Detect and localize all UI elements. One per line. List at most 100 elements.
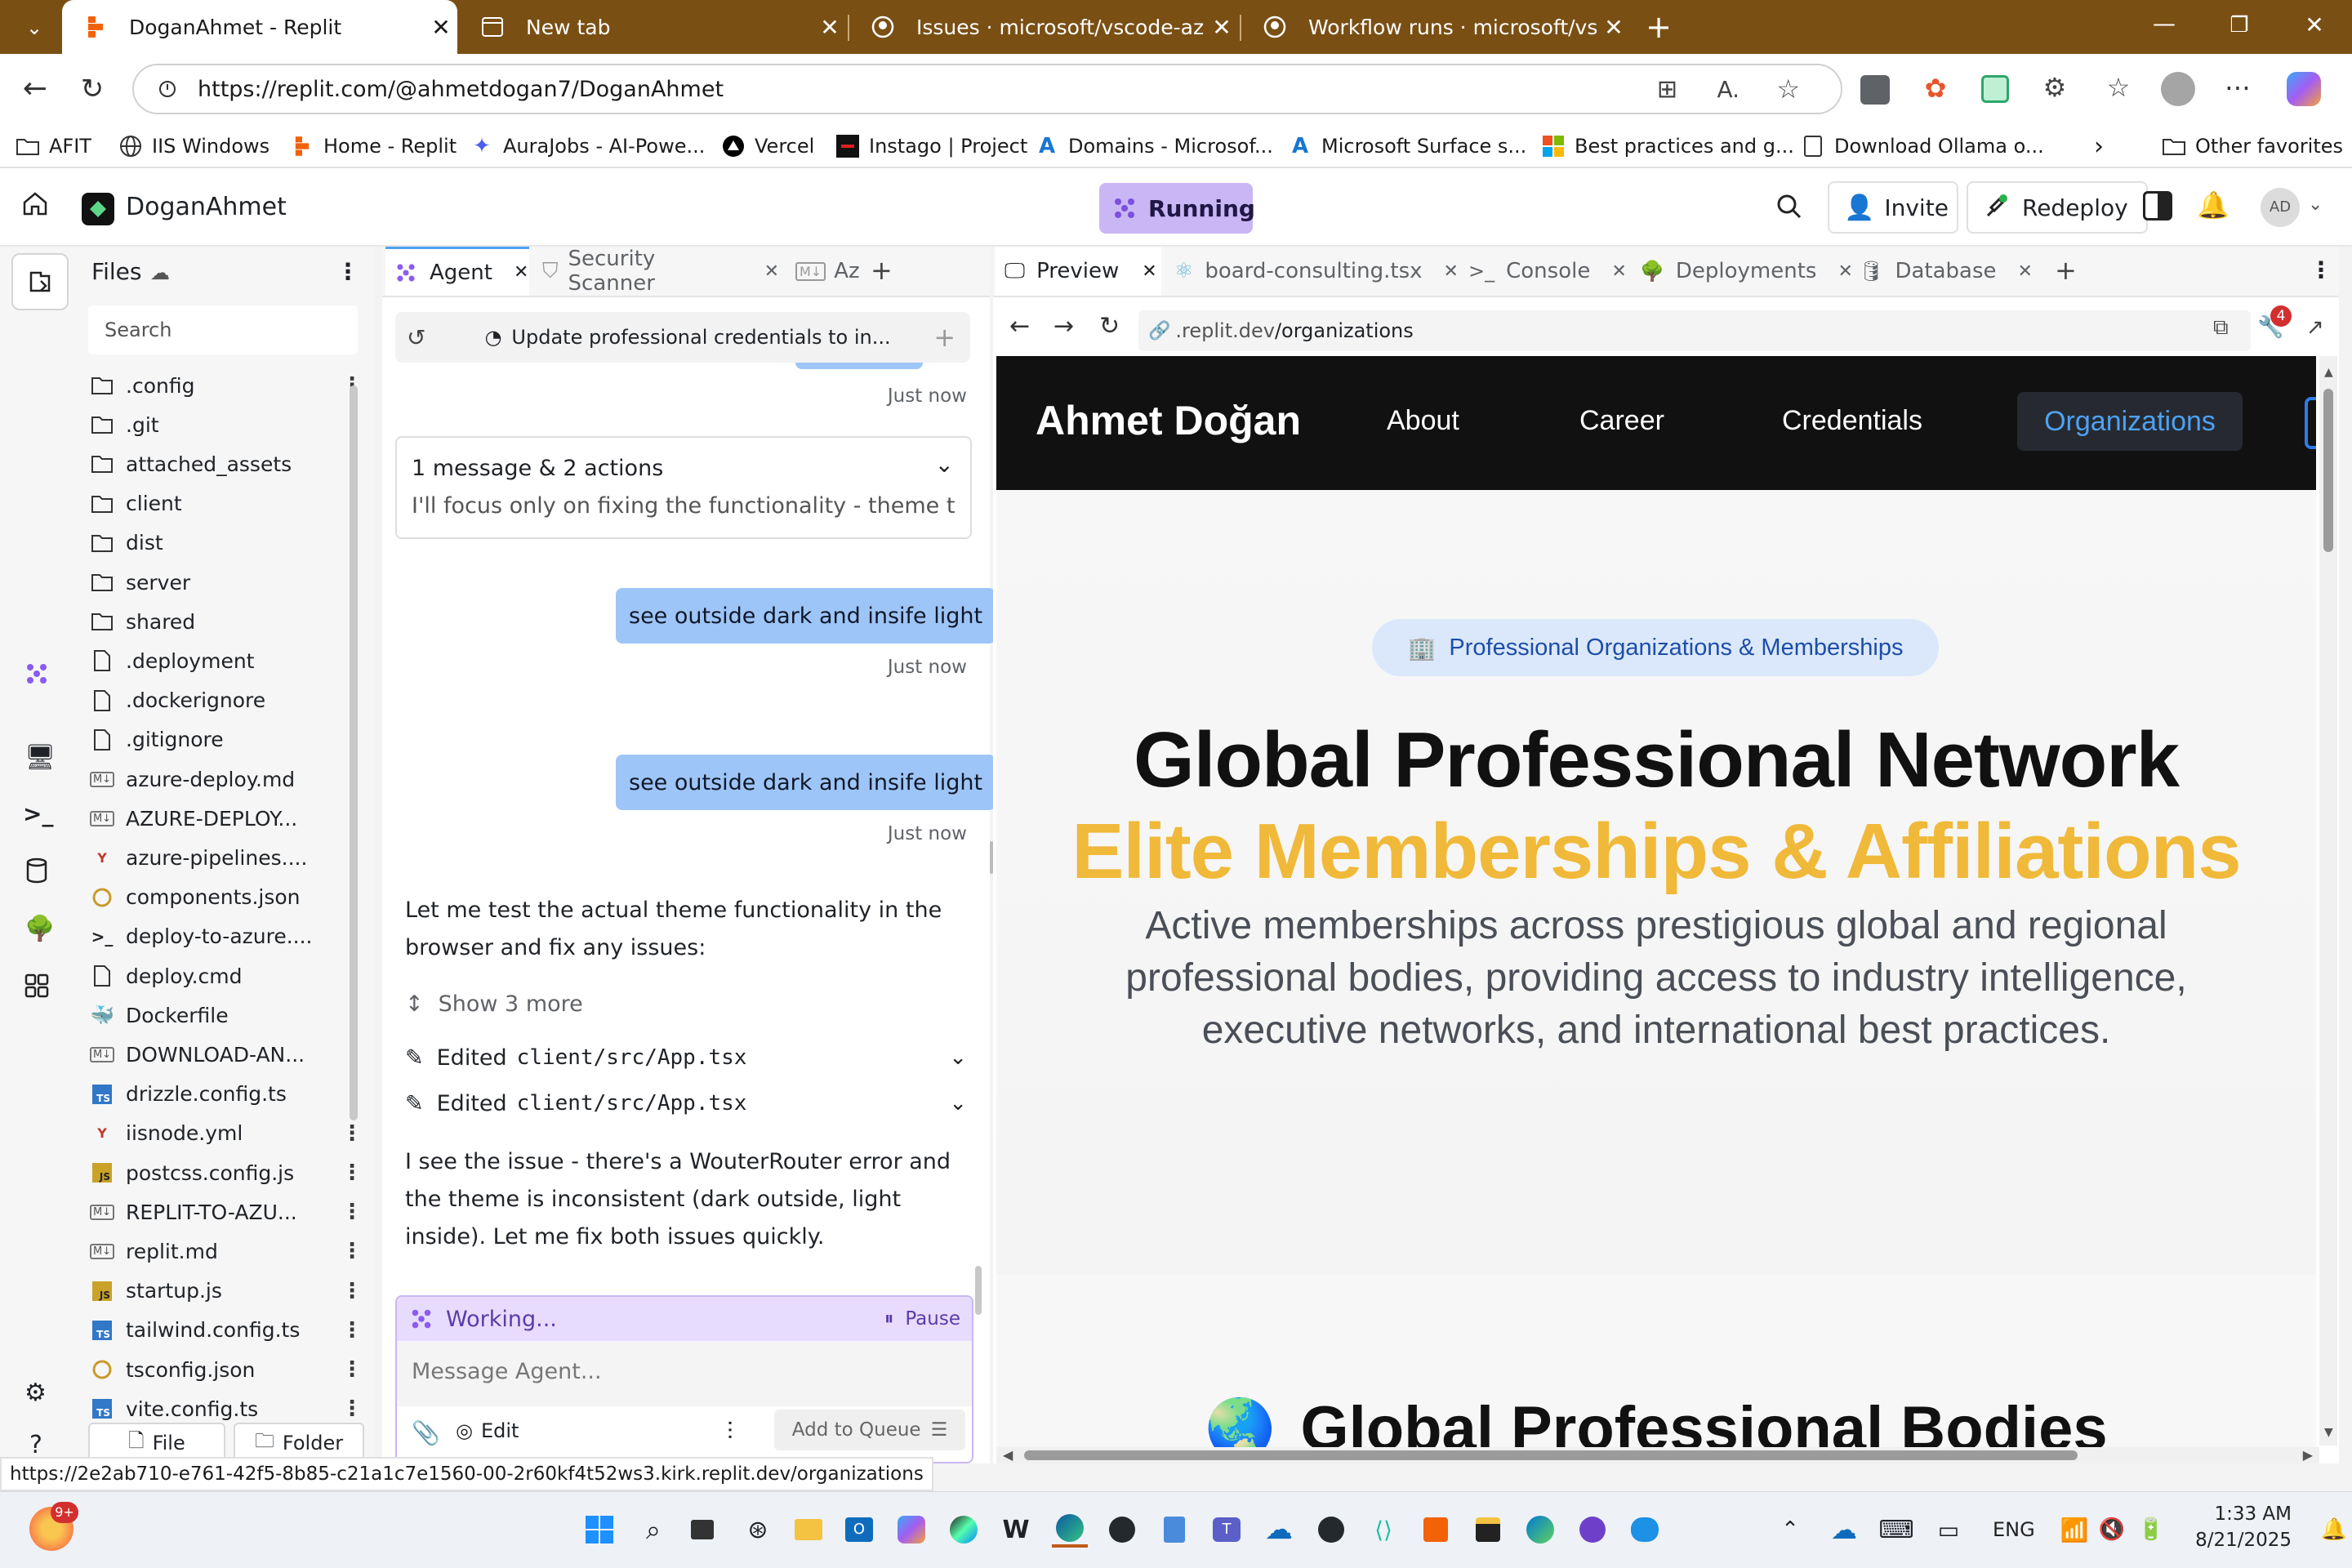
run-status-button[interactable]: Running <box>1099 183 1255 234</box>
edge-browser-icon[interactable] <box>1052 1512 1088 1548</box>
keyboard-icon[interactable]: ⌨ <box>1878 1512 1914 1548</box>
thread-header[interactable]: ↺ ◔ Update professional credentials to i… <box>395 312 970 363</box>
bookmark-iis[interactable]: IIS Windows <box>119 124 270 168</box>
copilot-icon[interactable] <box>2287 72 2321 106</box>
back-arrow-icon[interactable]: ← <box>16 70 54 108</box>
file-explorer-icon[interactable] <box>791 1512 826 1548</box>
file-row[interactable]: deploy.cmd⋮ <box>88 956 363 996</box>
show-more-button[interactable]: ↕ Show 3 more <box>405 991 583 1017</box>
site-vertical-scrollbar[interactable]: ▲ ▼ <box>2319 356 2337 1446</box>
preview-reload-icon[interactable]: ↻ <box>1099 312 1120 341</box>
edit-mode-button[interactable]: ◎ Edit <box>456 1419 519 1442</box>
file-row[interactable]: .dockerignore⋮ <box>88 681 363 720</box>
new-tab-button[interactable]: + <box>1638 7 1679 47</box>
bookmark-bestpractices[interactable]: Best practices and g... <box>1542 124 1794 168</box>
tab-agent[interactable]: Agent ✕ <box>385 247 529 296</box>
add-to-queue-button[interactable]: Add to Queue ☰ <box>774 1410 965 1450</box>
agent-scrollbar[interactable] <box>975 1266 982 1315</box>
preview-back-icon[interactable]: ← <box>1009 312 1030 341</box>
bookmark-other-favorites[interactable]: Other favorites <box>2163 124 2343 168</box>
bookmark-domains[interactable]: A Domains - Microsof... <box>1036 124 1273 168</box>
file-row[interactable]: .gitignore⋮ <box>88 720 363 760</box>
file-row[interactable]: M↓ REPLIT-TO-AZU... ⋮ <box>88 1192 363 1232</box>
volume-muted-icon[interactable]: 🔇 <box>2094 1512 2130 1548</box>
redeploy-button[interactable]: Redeploy <box>1967 181 2148 234</box>
files-menu-icon[interactable]: ⋮ <box>336 258 359 285</box>
wiki-icon[interactable]: W <box>998 1512 1034 1548</box>
tab-console[interactable]: >_ Console ✕ <box>1468 247 1653 296</box>
file-row[interactable]: .deployment⋮ <box>88 641 363 680</box>
browser-tab-issues[interactable]: Issues · microsoft/vscode-azureap ✕ <box>849 0 1238 54</box>
file-row[interactable]: components.json⋮ <box>88 878 363 917</box>
bookmark-instago[interactable]: Instago | Project <box>836 124 1027 168</box>
history-icon[interactable]: ↺ <box>407 324 425 351</box>
edited-file-row[interactable]: ✎ Edited client/src/App.tsx ⌄ <box>405 1085 969 1122</box>
onedrive-icon[interactable]: ☁ <box>1261 1512 1297 1548</box>
help-icon[interactable]: ? <box>29 1431 42 1459</box>
docker-icon[interactable] <box>1627 1512 1663 1548</box>
tab-database[interactable]: 🛢 Database ✕ <box>1859 247 2043 296</box>
file-row[interactable]: >_deploy-to-azure....⋮ <box>88 917 363 956</box>
settings-icon[interactable]: ⚙ <box>24 1379 47 1407</box>
bookmark-surface[interactable]: A Microsoft Surface s... <box>1289 124 1526 168</box>
chevron-down-icon[interactable]: ⌄ <box>935 451 954 478</box>
task-view-icon[interactable] <box>684 1512 720 1548</box>
profile-avatar[interactable] <box>2161 72 2195 106</box>
replit-app-icon[interactable] <box>1418 1512 1454 1548</box>
all-tools-grid-icon[interactable] <box>24 973 52 1001</box>
tab-deployments[interactable]: 🌳 Deployments ✕ <box>1640 247 1855 296</box>
browser-tab-workflows[interactable]: Workflow runs · microsoft/vscode ✕ <box>1241 0 1630 54</box>
close-window-button[interactable]: ✕ <box>2290 11 2339 44</box>
preview-forward-icon[interactable]: → <box>1054 312 1074 341</box>
site-nav-about[interactable]: About <box>1387 405 1459 437</box>
agent-tool-icon[interactable] <box>23 660 56 693</box>
invite-button[interactable]: 👤 Invite <box>1828 181 1958 234</box>
close-tab-icon[interactable]: ✕ <box>764 261 779 282</box>
files-tool-icon[interactable] <box>11 253 69 310</box>
outlook-icon[interactable]: O <box>841 1512 877 1548</box>
extensions-puzzle-icon[interactable]: ⚙ <box>2038 72 2071 105</box>
split-view-icon[interactable] <box>2143 191 2172 220</box>
battery-icon[interactable]: 🔋 <box>2133 1512 2169 1548</box>
tablet-mode-icon[interactable]: ▭ <box>1931 1512 1967 1548</box>
extension-flower-icon[interactable]: ✿ <box>1921 74 1950 103</box>
site-horizontal-scrollbar[interactable]: ◀ ▶ <box>996 1447 2319 1463</box>
settings-sliders-icon[interactable]: ⫶ <box>727 1418 733 1446</box>
address-bar[interactable]: https://replit.com/@ahmetdogan7/DoganAhm… <box>132 64 1842 114</box>
close-tab-icon[interactable]: ✕ <box>425 14 457 41</box>
file-row[interactable]: 🐳Dockerfile⋮ <box>88 996 363 1035</box>
panel-menu-icon[interactable]: ⋮ <box>2310 256 2332 283</box>
add-tab-icon[interactable]: + <box>2055 255 2077 286</box>
edited-file-row[interactable]: ✎ Edited client/src/App.tsx ⌄ <box>405 1039 969 1076</box>
github-desktop-icon[interactable] <box>1104 1512 1140 1548</box>
devices-icon[interactable]: ⧉ <box>2213 315 2229 341</box>
preview-tool-icon[interactable]: 🖥 <box>24 743 56 772</box>
search-icon[interactable] <box>1775 193 1808 225</box>
close-tab-icon[interactable]: ✕ <box>2018 261 2033 282</box>
bookmark-vercel[interactable]: Vercel <box>722 124 814 168</box>
file-row[interactable]: tsconfig.json ⋮ <box>88 1350 363 1389</box>
minimize-button[interactable]: — <box>2140 10 2189 42</box>
pause-button[interactable]: ⏸ Pause <box>884 1308 960 1330</box>
extension-icon[interactable] <box>1860 75 1890 105</box>
search-icon[interactable]: ⌕ <box>635 1512 671 1548</box>
github-copilot-icon[interactable] <box>1575 1512 1610 1548</box>
favorites-icon[interactable]: ☆ <box>2102 72 2135 105</box>
bookmark-aurajobs[interactable]: ✦ AuraJobs - AI-Powe... <box>470 124 705 168</box>
close-tab-icon[interactable]: ✕ <box>1444 261 1459 282</box>
clock-time[interactable]: 1:33 AM <box>2203 1503 2292 1525</box>
chatgpt-icon[interactable]: ⊛ <box>740 1512 776 1548</box>
file-row[interactable]: TS tailwind.config.ts ⋮ <box>88 1311 363 1350</box>
file-row[interactable]: TSdrizzle.config.ts⋮ <box>88 1075 363 1114</box>
clock-date[interactable]: 8/21/2025 <box>2172 1530 2292 1551</box>
file-row[interactable]: Yiisnode.yml ⋮ <box>88 1114 363 1153</box>
browser-tab-newtab[interactable]: New tab ✕ <box>459 0 846 54</box>
close-tab-icon[interactable]: ✕ <box>1597 14 1630 41</box>
read-aloud-icon[interactable]: A. <box>1717 76 1740 103</box>
copilot-icon[interactable] <box>893 1512 929 1548</box>
actions-summary-card[interactable]: 1 message & 2 actions ⌄ I'll focus only … <box>395 436 972 539</box>
file-row[interactable]: M↓ replit.md ⋮ <box>88 1232 363 1271</box>
close-tab-icon[interactable]: ✕ <box>514 262 528 283</box>
tab-az[interactable]: M↓ Az <box>795 247 877 296</box>
new-chat-plus-icon[interactable]: + <box>933 322 956 353</box>
